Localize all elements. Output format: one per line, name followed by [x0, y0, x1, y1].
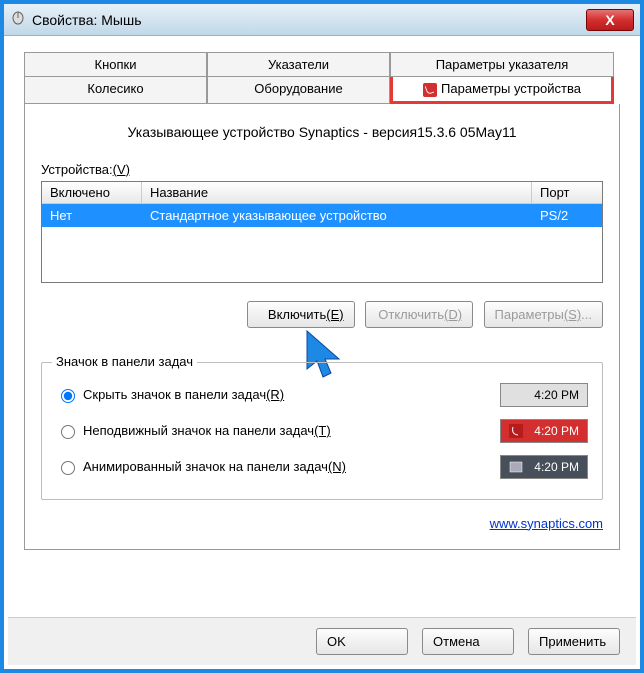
heading-version: 15.3.6 05May11 [417, 124, 516, 140]
dialog-buttons: OK Отмена Применить [8, 617, 636, 665]
vendor-link[interactable]: www.synaptics.com [490, 516, 603, 531]
vendor-link-row: www.synaptics.com [41, 516, 603, 531]
tray-option-animated[interactable]: Анимированный значок на панели задач(N) … [56, 449, 588, 485]
mouse-icon [10, 9, 26, 30]
tray-preview-static: 4:20 PM [500, 419, 588, 443]
cell-name: Стандартное указывающее устройство [142, 204, 532, 227]
col-enabled[interactable]: Включено [42, 182, 142, 203]
cancel-button[interactable]: Отмена [422, 628, 514, 655]
grid-header: Включено Название Порт [42, 182, 602, 204]
window-title: Свойства: Мышь [32, 12, 586, 28]
tab-strip: Кнопки Указатели Параметры указателя Кол… [24, 52, 620, 104]
synaptics-icon [423, 83, 437, 97]
tab-buttons[interactable]: Кнопки [24, 52, 207, 77]
titlebar: Свойства: Мышь X [4, 4, 640, 36]
device-buttons: Включить(E) Отключить(D) Параметры(S)... [41, 301, 603, 328]
devices-label: Устройства:(V) [41, 162, 603, 177]
touchpad-mini-icon [509, 460, 523, 474]
grid-row[interactable]: Нет Стандартное указывающее устройство P… [42, 204, 602, 227]
tray-option-static[interactable]: Неподвижный значок на панели задач(T) 4:… [56, 413, 588, 449]
tab-pointer-options[interactable]: Параметры указателя [390, 52, 614, 77]
synaptics-mini-icon [509, 424, 523, 438]
close-button[interactable]: X [586, 9, 634, 31]
col-name[interactable]: Название [142, 182, 532, 203]
tray-time-3: 4:20 PM [534, 460, 579, 474]
apply-button[interactable]: Применить [528, 628, 620, 655]
col-port[interactable]: Порт [532, 182, 602, 203]
driver-heading: Указывающее устройство Synaptics - верси… [41, 124, 603, 140]
radio-static[interactable] [61, 425, 75, 439]
cell-port: PS/2 [532, 204, 602, 227]
heading-text: Указывающее устройство Synaptics - верси… [128, 124, 418, 140]
tray-preview-animated: 4:20 PM [500, 455, 588, 479]
ok-button[interactable]: OK [316, 628, 408, 655]
tab-wheel[interactable]: Колесико [24, 77, 207, 104]
properties-window: Свойства: Мышь X Кнопки Указатели Параме… [0, 0, 644, 673]
tab-device-settings[interactable]: Параметры устройства [390, 77, 614, 104]
tray-icon-group: Значок в панели задач Скрыть значок в па… [41, 362, 603, 500]
tab-hardware[interactable]: Оборудование [207, 77, 390, 104]
tray-option-hide[interactable]: Скрыть значок в панели задач(R) 4:20 PM [56, 377, 588, 413]
tab-panel: Указывающее устройство Synaptics - верси… [24, 104, 620, 550]
params-button: Параметры(S)... [484, 301, 604, 328]
radio-animated[interactable] [61, 461, 75, 475]
tray-preview-hide: 4:20 PM [500, 383, 588, 407]
tray-time-1: 4:20 PM [534, 388, 579, 402]
tray-group-title: Значок в панели задач [52, 354, 197, 369]
radio-hide[interactable] [61, 389, 75, 403]
tray-time-2: 4:20 PM [534, 424, 579, 438]
devices-grid[interactable]: Включено Название Порт Нет Стандартное у… [41, 181, 603, 283]
tab-device-settings-label: Параметры устройства [441, 81, 581, 96]
disable-button: Отключить(D) [365, 301, 473, 328]
cell-enabled: Нет [42, 204, 142, 227]
tab-pointers[interactable]: Указатели [207, 52, 390, 77]
enable-button[interactable]: Включить(E) [247, 301, 355, 328]
